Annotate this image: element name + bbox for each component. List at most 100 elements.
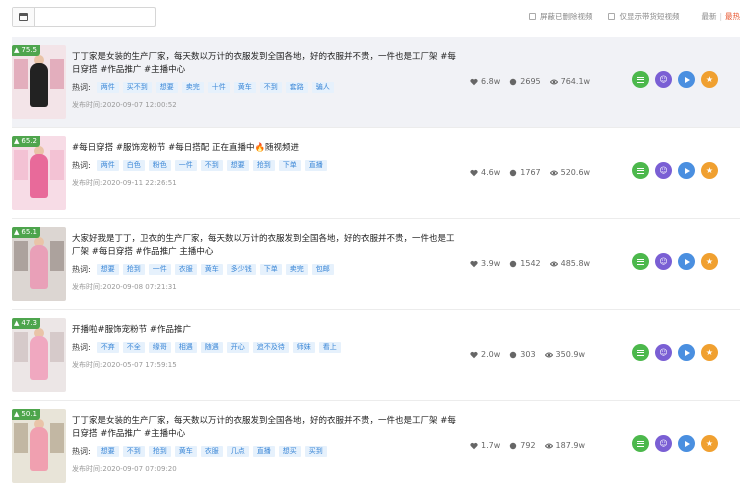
- video-description[interactable]: 丁丁家是女装的生产厂家，每天数以万计的衣服发到全国各地，好的衣服并不贵，一件也是…: [72, 415, 460, 441]
- detail-button[interactable]: [632, 435, 649, 452]
- hot-word-tag[interactable]: 缘哥: [148, 342, 171, 353]
- video-description[interactable]: #每日穿搭 #服饰宠粉节 #每日搭配 正在直播中🔥随视频进: [72, 142, 460, 155]
- play-button[interactable]: [678, 435, 695, 452]
- detail-button[interactable]: [632, 71, 649, 88]
- hot-word-tag[interactable]: 黄车: [200, 264, 223, 275]
- hot-word-tag[interactable]: 两件: [96, 160, 119, 171]
- play-button[interactable]: [678, 344, 695, 361]
- video-description[interactable]: 丁丁家是女装的生产厂家，每天数以万计的衣服发到全国各地，好的衣服并不贵，一件也是…: [72, 51, 460, 77]
- detail-button[interactable]: [632, 344, 649, 361]
- video-description[interactable]: 开播啦#服饰宠粉节 #作品推广: [72, 324, 460, 337]
- hot-word-tag[interactable]: 相遇: [174, 342, 197, 353]
- hot-word-tag[interactable]: 买不到: [122, 82, 152, 93]
- hot-word-tag[interactable]: 下单: [278, 160, 301, 171]
- hot-word-tag[interactable]: 下单: [259, 264, 282, 275]
- sort-latest-link[interactable]: 最新: [701, 11, 716, 22]
- video-thumbnail[interactable]: ▲ 75.5: [12, 45, 66, 119]
- hot-word-tag[interactable]: 抢到: [252, 160, 275, 171]
- hot-word-tag[interactable]: 开心: [226, 342, 249, 353]
- hot-word-tag[interactable]: 师妹: [292, 342, 315, 353]
- video-row[interactable]: ▲ 50.1 丁丁家是女装的生产厂家，每天数以万计的衣服发到全国各地，好的衣服并…: [12, 401, 740, 490]
- favorite-button[interactable]: ★: [701, 71, 718, 88]
- hot-word-tag[interactable]: 不全: [122, 342, 145, 353]
- hot-word-tag[interactable]: 追不及待: [252, 342, 289, 353]
- audience-button[interactable]: ☺: [655, 435, 672, 452]
- likes-count: 3.9w: [481, 259, 501, 268]
- hot-word-tag[interactable]: 直播: [252, 446, 275, 457]
- hot-word-tag[interactable]: 两件: [96, 82, 119, 93]
- favorite-button[interactable]: ★: [701, 253, 718, 270]
- video-row[interactable]: ▲ 47.3 开播啦#服饰宠粉节 #作品推广 热词: 不弃 不全 缘哥 相遇 随遇 开心追…: [12, 310, 740, 401]
- audience-button[interactable]: ☺: [655, 253, 672, 270]
- views-count: 350.9w: [555, 350, 585, 359]
- hot-word-tag[interactable]: 多少钱: [226, 264, 256, 275]
- hot-word-tag[interactable]: 卖完: [181, 82, 204, 93]
- hot-word-tag[interactable]: 想买: [278, 446, 301, 457]
- sort-hot-link[interactable]: 最热: [725, 11, 740, 22]
- eye-icon: [549, 79, 558, 84]
- play-button[interactable]: [678, 253, 695, 270]
- favorite-button[interactable]: ★: [701, 435, 718, 452]
- hot-word-tag[interactable]: 卖完: [285, 264, 308, 275]
- detail-button[interactable]: [632, 162, 649, 179]
- hot-word-tag[interactable]: 抢到: [122, 264, 145, 275]
- date-range-picker[interactable]: [12, 7, 156, 27]
- score-badge: ▲ 47.3: [12, 318, 40, 329]
- hot-word-tag[interactable]: 黄车: [233, 82, 256, 93]
- hot-word-tag[interactable]: 不到: [259, 82, 282, 93]
- video-row[interactable]: ▲ 65.2 #每日穿搭 #服饰宠粉节 #每日搭配 正在直播中🔥随视频进 热词:…: [12, 128, 740, 219]
- hot-word-tag[interactable]: 不到: [122, 446, 145, 457]
- video-thumbnail[interactable]: ▲ 47.3: [12, 318, 66, 392]
- detail-button[interactable]: [632, 253, 649, 270]
- play-button[interactable]: [678, 71, 695, 88]
- score-value: 47.3: [21, 319, 37, 327]
- hot-word-tag[interactable]: 粉色: [148, 160, 171, 171]
- row-actions: ☺ ★: [632, 253, 724, 270]
- hot-word-tag[interactable]: 衣服: [200, 446, 223, 457]
- comments-stat: 1767: [509, 168, 541, 177]
- video-row[interactable]: ▲ 75.5 丁丁家是女装的生产厂家，每天数以万计的衣服发到全国各地，好的衣服并…: [12, 37, 740, 128]
- hot-word-tag[interactable]: 想要: [226, 160, 249, 171]
- hot-word-tag[interactable]: 套路: [285, 82, 308, 93]
- hot-word-tag[interactable]: 看上: [318, 342, 341, 353]
- hot-word-tag[interactable]: 十件: [207, 82, 230, 93]
- filter-goods-label[interactable]: 仅显示带货短视频: [619, 11, 679, 22]
- video-thumbnail[interactable]: ▲ 65.1: [12, 227, 66, 301]
- video-thumbnail[interactable]: ▲ 65.2: [12, 136, 66, 210]
- play-button[interactable]: [678, 162, 695, 179]
- filter-goods-checkbox[interactable]: 仅显示带货短视频: [608, 11, 679, 22]
- filter-deleted-label[interactable]: 屏蔽已删除视频: [540, 11, 593, 22]
- hot-word-tag[interactable]: 骗人: [311, 82, 334, 93]
- audience-button[interactable]: ☺: [655, 71, 672, 88]
- hot-word-tag[interactable]: 一件: [148, 264, 171, 275]
- hot-word-tag[interactable]: 直播: [304, 160, 327, 171]
- favorite-button[interactable]: ★: [701, 344, 718, 361]
- calendar-icon[interactable]: [13, 8, 35, 26]
- hot-word-tag[interactable]: 黄车: [174, 446, 197, 457]
- hot-words: 热词: 两件 买不到 想要 卖完 十件 黄车 不到 套路 骗人: [72, 82, 460, 93]
- hot-word-tag[interactable]: 不到: [200, 160, 223, 171]
- favorite-button[interactable]: ★: [701, 162, 718, 179]
- video-thumbnail[interactable]: ▲ 50.1: [12, 409, 66, 483]
- hot-word-tag[interactable]: 不弃: [96, 342, 119, 353]
- video-info: 大家好我是丁丁，卫衣的生产厂家，每天数以万计的衣服发到全国各地，好的衣服并不贵，…: [72, 233, 460, 292]
- filter-deleted-checkbox[interactable]: 屏蔽已删除视频: [528, 11, 593, 22]
- hot-word-tag[interactable]: 买到: [304, 446, 327, 457]
- hot-word-tag[interactable]: 包邮: [311, 264, 334, 275]
- checkbox-icon[interactable]: [528, 13, 536, 20]
- likes-stat: 4.6w: [470, 168, 500, 177]
- audience-button[interactable]: ☺: [655, 344, 672, 361]
- hot-word-tag[interactable]: 想要: [155, 82, 178, 93]
- checkbox-icon[interactable]: [608, 13, 616, 20]
- hot-word-tag[interactable]: 白色: [122, 160, 145, 171]
- hot-word-tag[interactable]: 抢到: [148, 446, 171, 457]
- video-row[interactable]: ▲ 65.1 大家好我是丁丁，卫衣的生产厂家，每天数以万计的衣服发到全国各地，好…: [12, 219, 740, 310]
- video-description[interactable]: 大家好我是丁丁，卫衣的生产厂家，每天数以万计的衣服发到全国各地，好的衣服并不贵，…: [72, 233, 460, 259]
- hot-word-tag[interactable]: 随遇: [200, 342, 223, 353]
- hot-word-tag[interactable]: 想要: [96, 446, 119, 457]
- hot-word-tag[interactable]: 衣服: [174, 264, 197, 275]
- hot-word-tag[interactable]: 想要: [96, 264, 119, 275]
- hot-word-tag[interactable]: 几点: [226, 446, 249, 457]
- audience-button[interactable]: ☺: [655, 162, 672, 179]
- hot-word-tag[interactable]: 一件: [174, 160, 197, 171]
